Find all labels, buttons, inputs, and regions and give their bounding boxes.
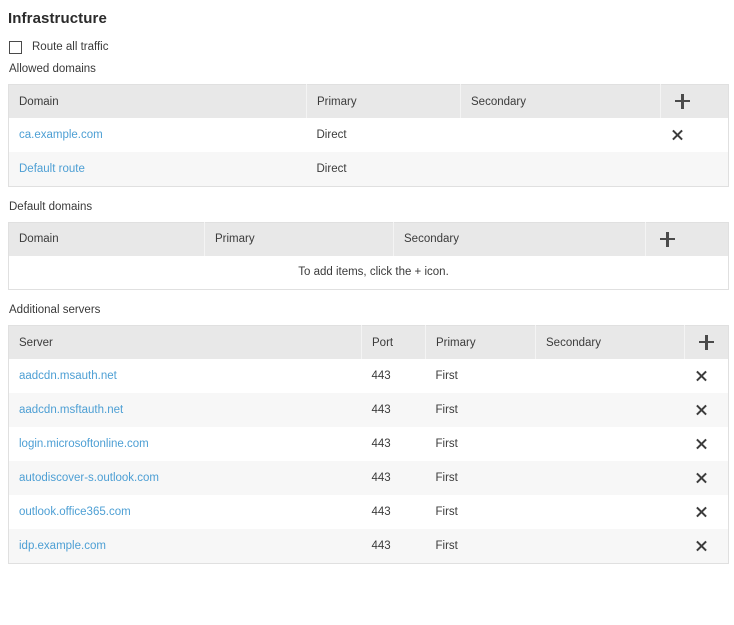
cell-remove xyxy=(685,495,729,529)
cell-secondary xyxy=(536,529,685,563)
infrastructure-panel: Infrastructure Route all traffic Allowed… xyxy=(0,0,734,625)
plus-icon[interactable] xyxy=(660,231,675,247)
cell-port: 443 xyxy=(371,506,391,518)
cell-remove xyxy=(685,393,729,427)
table-header-row: Domain Primary Secondary xyxy=(8,84,729,118)
table-row[interactable]: idp.example.com 443 First xyxy=(8,529,729,563)
table-row[interactable]: outlook.office365.com 443 First xyxy=(8,495,729,529)
close-icon[interactable] xyxy=(695,506,708,519)
cell-primary: First xyxy=(435,506,458,518)
cell-secondary xyxy=(461,152,661,186)
cell-primary: First xyxy=(435,539,458,552)
column-header-domain: Domain xyxy=(8,84,307,118)
close-icon[interactable] xyxy=(695,370,708,383)
close-icon[interactable] xyxy=(695,539,708,552)
table-row[interactable]: login.microsoftonline.com 443 First xyxy=(8,427,729,461)
table-row[interactable]: ca.example.com Direct xyxy=(8,118,729,152)
route-all-traffic-label: Route all traffic xyxy=(32,41,109,53)
cell-remove xyxy=(661,118,729,152)
cell-primary: Direct xyxy=(316,129,347,141)
column-header-secondary: Secondary xyxy=(460,84,661,118)
cell-secondary xyxy=(536,393,685,427)
column-header-secondary: Secondary xyxy=(535,325,685,359)
cell-server: idp.example.com xyxy=(9,529,362,563)
cell-domain: Default route xyxy=(9,152,307,186)
column-header-port: Port xyxy=(361,325,426,359)
cell-remove xyxy=(685,427,729,461)
column-header-add xyxy=(660,84,729,118)
server-link[interactable]: login.microsoftonline.com xyxy=(19,438,149,450)
cell-primary: Direct xyxy=(316,162,347,175)
cell-port: 443 xyxy=(371,370,391,382)
column-header-server: Server xyxy=(8,325,362,359)
cell-port: 443 xyxy=(371,539,391,552)
empty-state-message: To add items, click the + icon. xyxy=(8,255,729,290)
cell-port: 443 xyxy=(371,472,391,484)
cell-secondary xyxy=(536,427,685,461)
table-row[interactable]: Default route Direct xyxy=(8,152,729,186)
cell-domain: ca.example.com xyxy=(9,118,307,152)
cell-remove xyxy=(685,529,729,563)
table-header-row: Server Port Primary Secondary xyxy=(8,325,729,359)
server-link[interactable]: aadcdn.msauth.net xyxy=(19,370,117,382)
column-header-add xyxy=(645,222,729,256)
cell-primary: First xyxy=(435,404,458,416)
domain-link[interactable]: ca.example.com xyxy=(19,129,103,141)
column-header-secondary: Secondary xyxy=(393,222,646,256)
cell-remove xyxy=(685,461,729,495)
server-link[interactable]: autodiscover-s.outlook.com xyxy=(19,472,159,484)
column-header-primary: Primary xyxy=(425,325,536,359)
cell-secondary xyxy=(536,461,685,495)
allowed-domains-table: Domain Primary Secondary ca.example.com … xyxy=(8,84,729,187)
cell-server: aadcdn.msauth.net xyxy=(9,359,362,393)
cell-secondary xyxy=(536,359,685,393)
domain-link[interactable]: Default route xyxy=(19,163,85,175)
table-row[interactable]: aadcdn.msftauth.net 443 First xyxy=(8,393,729,427)
table-row[interactable]: autodiscover-s.outlook.com 443 First xyxy=(8,461,729,495)
close-icon[interactable] xyxy=(695,404,708,417)
cell-secondary xyxy=(536,495,685,529)
default-domains-label: Default domains xyxy=(9,200,93,213)
server-link[interactable]: idp.example.com xyxy=(19,540,106,552)
table-header-row: Domain Primary Secondary xyxy=(8,222,729,256)
close-icon[interactable] xyxy=(695,472,708,485)
table-empty-row: To add items, click the + icon. xyxy=(8,255,729,290)
cell-remove xyxy=(661,152,729,186)
route-all-traffic-row[interactable]: Route all traffic xyxy=(9,39,727,55)
column-header-domain: Domain xyxy=(8,222,205,256)
cell-secondary xyxy=(461,118,661,152)
route-all-traffic-checkbox[interactable] xyxy=(9,40,22,54)
plus-icon[interactable] xyxy=(699,335,714,350)
cell-server: autodiscover-s.outlook.com xyxy=(9,461,362,495)
close-icon[interactable] xyxy=(695,438,708,451)
cell-remove xyxy=(685,359,729,393)
table-row[interactable]: aadcdn.msauth.net 443 First xyxy=(8,359,729,393)
cell-primary: First xyxy=(435,472,458,484)
close-icon[interactable] xyxy=(671,129,684,142)
page-title: Infrastructure xyxy=(8,10,107,27)
additional-servers-table: Server Port Primary Secondary aadcdn.msa… xyxy=(8,325,729,564)
plus-icon[interactable] xyxy=(675,94,690,109)
cell-server: outlook.office365.com xyxy=(9,495,362,529)
cell-port: 443 xyxy=(371,404,391,416)
allowed-domains-label: Allowed domains xyxy=(9,63,96,75)
cell-port: 443 xyxy=(371,438,391,450)
column-header-add xyxy=(684,325,729,359)
server-link[interactable]: outlook.office365.com xyxy=(19,506,131,518)
column-header-primary: Primary xyxy=(306,84,461,118)
cell-server: login.microsoftonline.com xyxy=(9,427,362,461)
additional-servers-label: Additional servers xyxy=(9,304,101,316)
cell-server: aadcdn.msftauth.net xyxy=(9,393,362,427)
column-header-primary: Primary xyxy=(204,222,394,256)
cell-primary: First xyxy=(435,370,458,382)
default-domains-table: Domain Primary Secondary To add items, c… xyxy=(8,221,729,290)
cell-primary: First xyxy=(435,438,458,450)
server-link[interactable]: aadcdn.msftauth.net xyxy=(19,404,123,416)
